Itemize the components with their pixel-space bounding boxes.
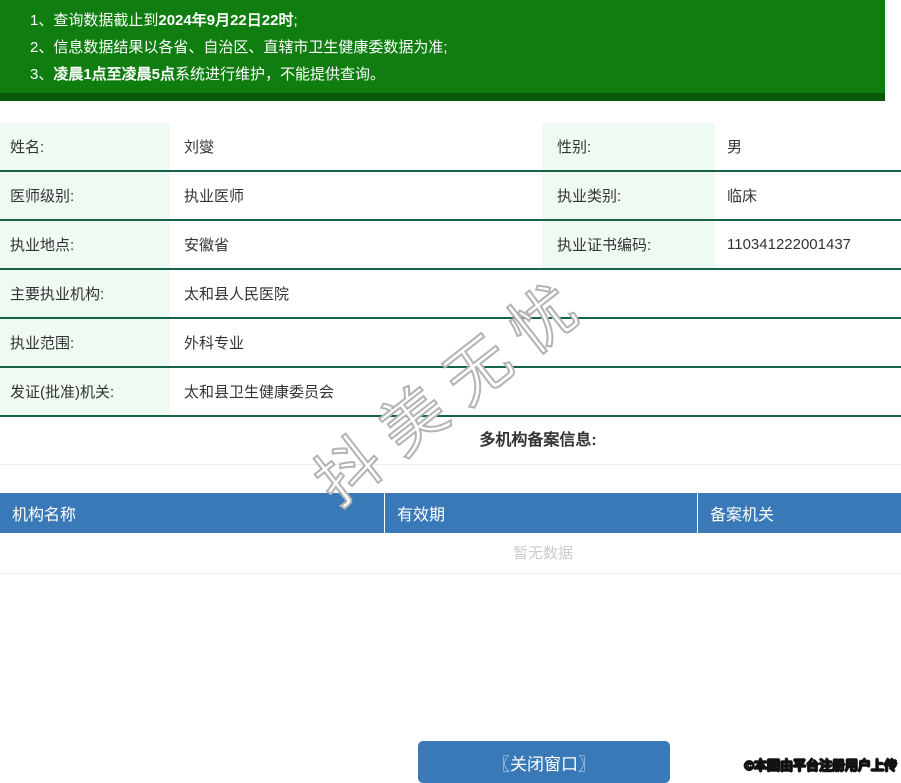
physician-info-table: 姓名: 刘燮 性别: 男 医师级别: 执业医师 执业类别: 临床 执业地点: 安…: [0, 123, 901, 417]
field-value-issuing-authority: 太和县卫生健康委员会: [184, 384, 335, 401]
notice-line-1: 1、查询数据截止到2024年9月22日22时;: [30, 12, 298, 29]
field-value-gender: 男: [727, 139, 743, 156]
column-header-institution-name: 机构名称: [0, 493, 385, 533]
field-value-certificate-no: 110341222001437: [727, 236, 852, 253]
table-row-name-gender: 姓名: 刘燮 性别: 男: [0, 123, 901, 172]
notice-banner: 1、查询数据截止到2024年9月22日22时; 2、信息数据结果以各省、自治区、…: [0, 0, 885, 101]
section-heading-multi-institution: 多机构备案信息:: [0, 417, 901, 465]
notice-line-3: 3、凌晨1点至凌晨5点系统进行维护，不能提供查询。: [30, 66, 386, 83]
field-value-practice-scope: 外科专业: [184, 335, 245, 352]
column-header-validity-period: 有效期: [385, 493, 698, 533]
close-window-button[interactable]: 〖关闭窗口〗: [418, 741, 670, 783]
empty-data-text: 暂无数据: [0, 533, 901, 574]
field-label-certificate-no: 执业证书编码:: [542, 221, 715, 268]
field-value-name: 刘燮: [184, 139, 215, 156]
field-label-name: 姓名:: [0, 123, 170, 170]
field-value-category: 临床: [727, 188, 758, 205]
field-label-gender: 性别:: [542, 123, 715, 170]
table-row-practice-scope: 执业范围: 外科专业: [0, 319, 901, 368]
field-value-level: 执业医师: [184, 188, 245, 205]
records-table-header: 机构名称 有效期 备案机关: [0, 493, 901, 533]
table-row-location-certificate: 执业地点: 安徽省 执业证书编码: 110341222001437: [0, 221, 901, 270]
copyright-note: ©本图由平台注册用户上传: [744, 758, 898, 774]
field-value-location: 安徽省: [184, 237, 230, 254]
field-value-main-institution: 太和县人民医院: [184, 286, 290, 303]
field-label-main-institution: 主要执业机构:: [0, 270, 170, 317]
field-label-category: 执业类别:: [542, 172, 715, 219]
field-label-practice-scope: 执业范围:: [0, 319, 170, 366]
field-label-location: 执业地点:: [0, 221, 170, 268]
table-row-level-category: 医师级别: 执业医师 执业类别: 临床: [0, 172, 901, 221]
table-row-issuing-authority: 发证(批准)机关: 太和县卫生健康委员会: [0, 368, 901, 417]
column-header-filing-authority: 备案机关: [710, 507, 775, 524]
field-label-level: 医师级别:: [0, 172, 170, 219]
field-label-issuing-authority: 发证(批准)机关:: [0, 368, 170, 415]
notice-line-2: 2、信息数据结果以各省、自治区、直辖市卫生健康委数据为准;: [30, 39, 448, 56]
table-row-main-institution: 主要执业机构: 太和县人民医院: [0, 270, 901, 319]
